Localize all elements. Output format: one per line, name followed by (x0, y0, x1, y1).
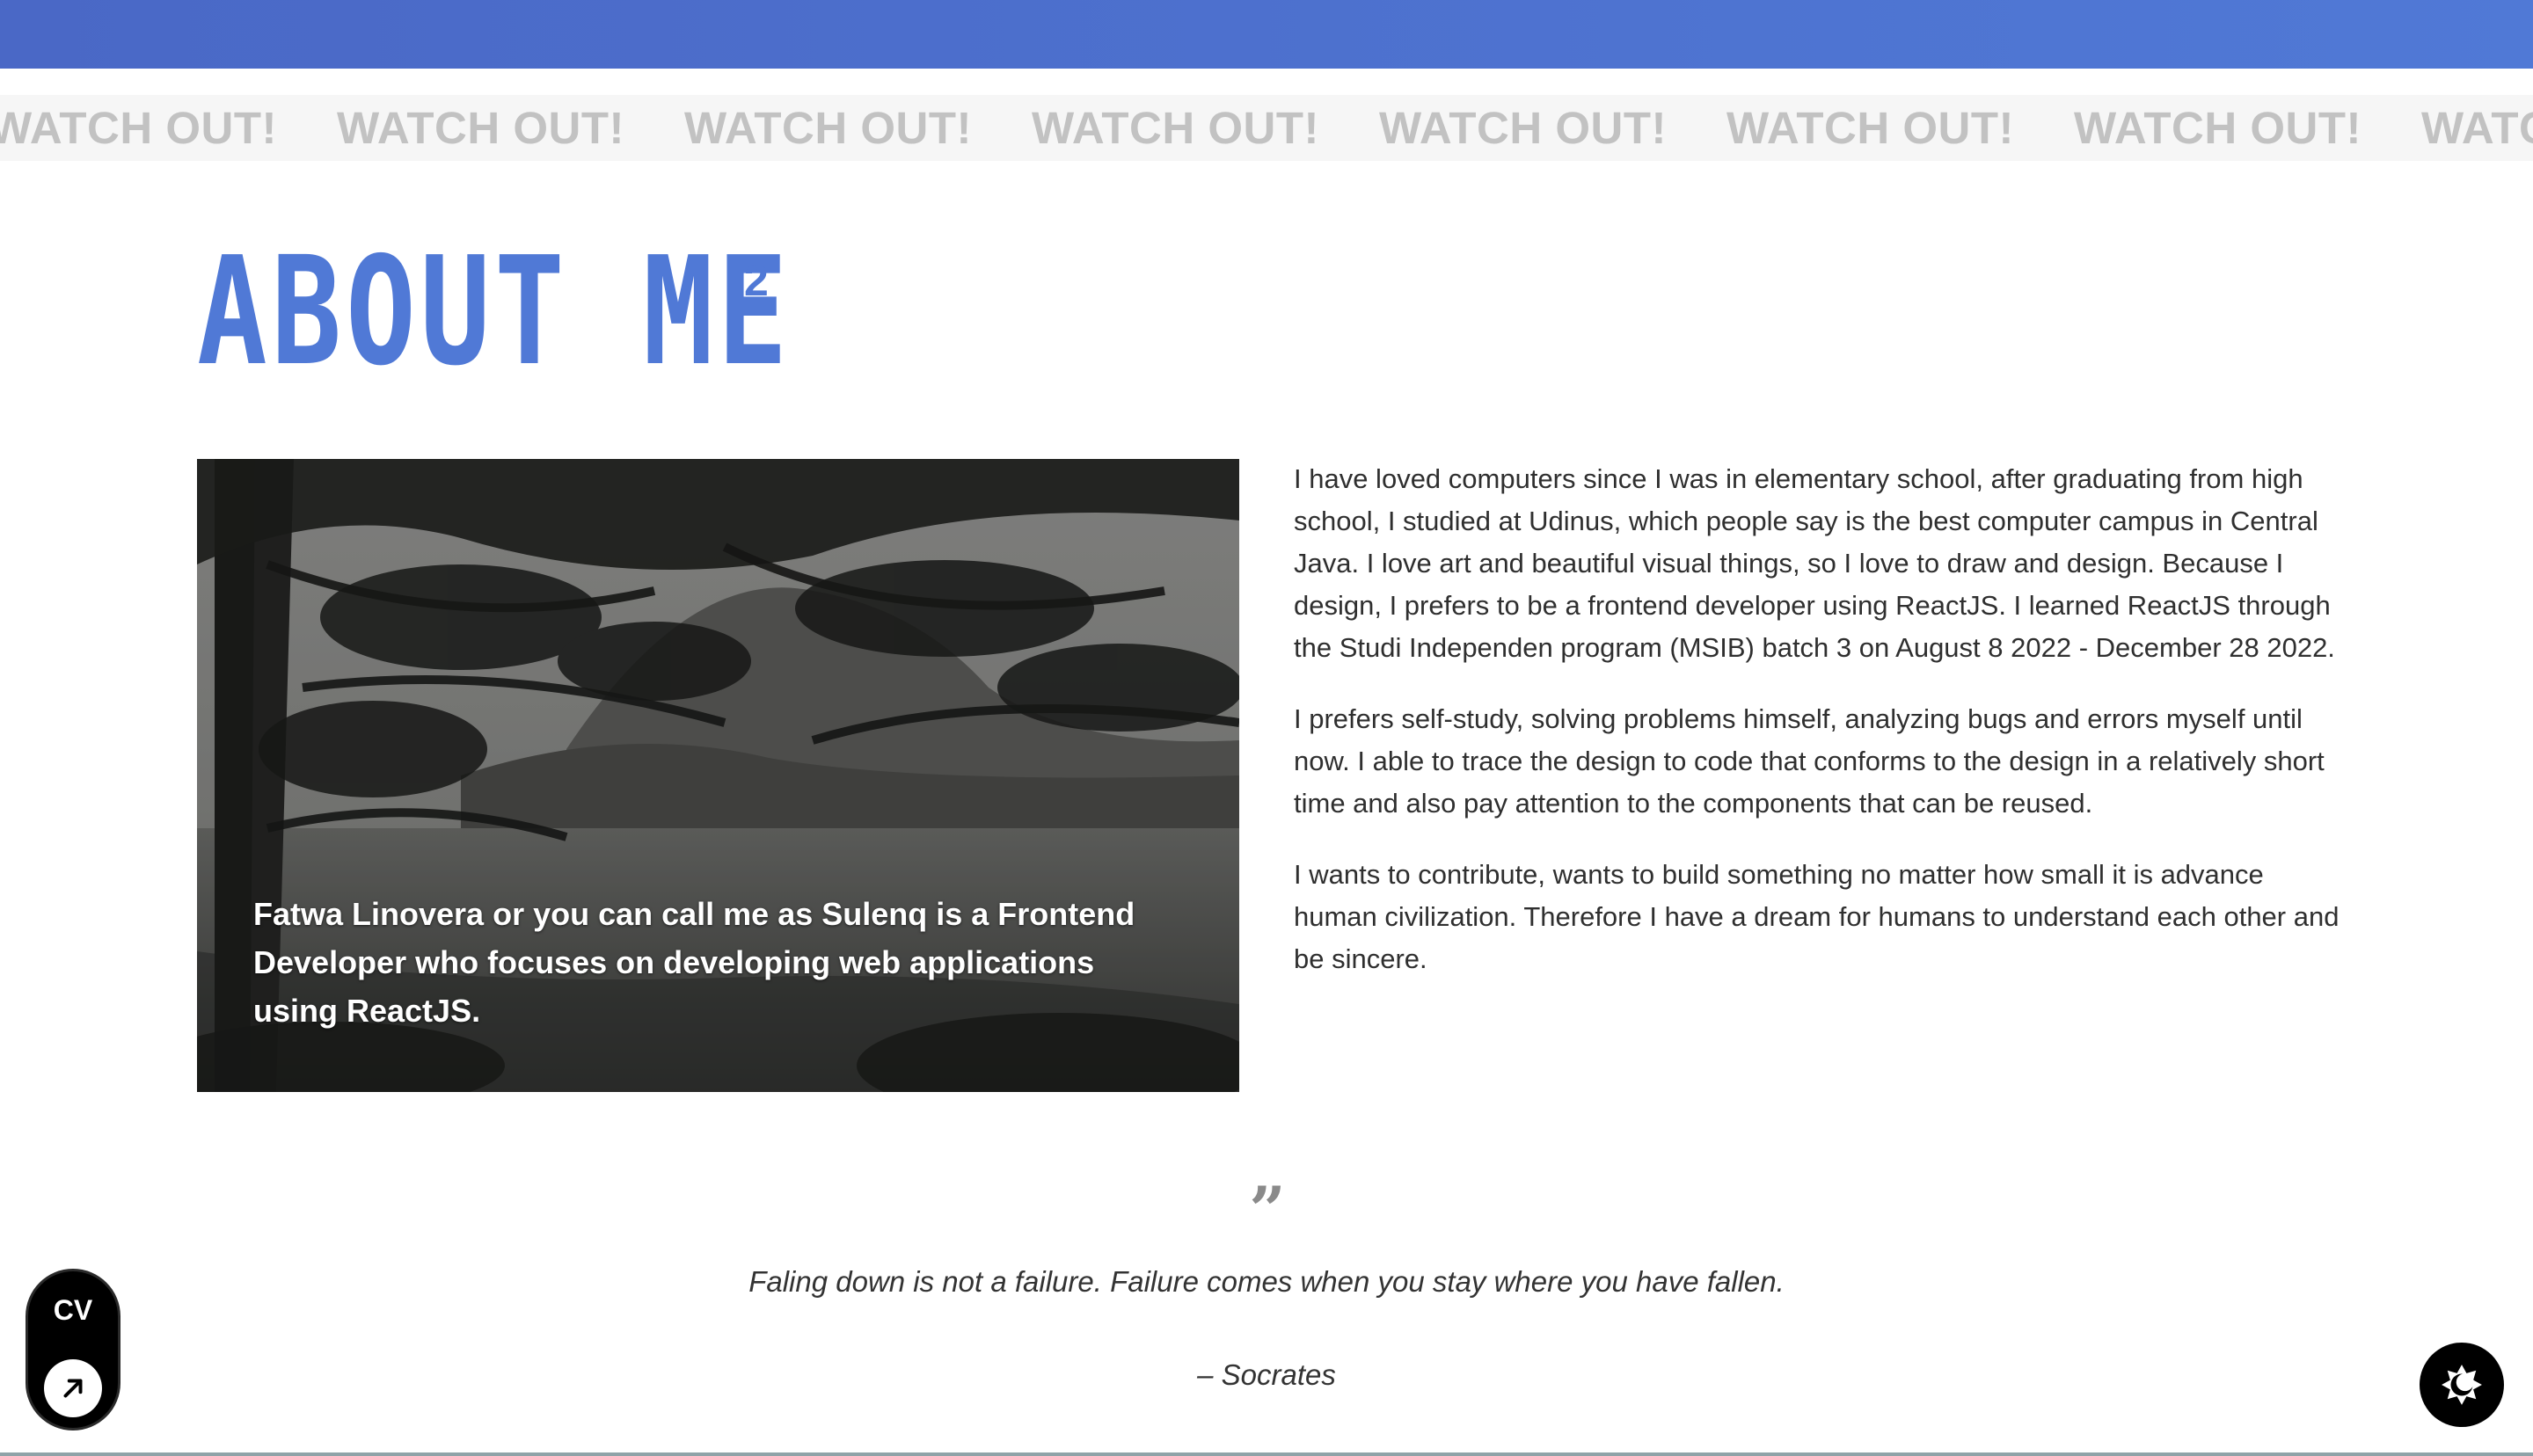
bottom-divider (0, 1452, 2533, 1456)
arrow-up-right-icon[interactable] (44, 1359, 102, 1417)
theme-toggle-button[interactable] (2420, 1343, 2504, 1427)
cv-button[interactable]: CV (28, 1271, 118, 1428)
profile-photo: Fatwa Linovera or you can call me as Sul… (197, 459, 1239, 1092)
quote-mark-icon: ” (1249, 1172, 1286, 1247)
bio-paragraph: I have loved computers since I was in el… (1294, 463, 2335, 663)
arrow-up-right-glyph (63, 1379, 83, 1398)
top-gradient-bar (0, 0, 2533, 69)
marquee-item: WATCH OUT! (337, 103, 624, 153)
section-number: 2 (744, 256, 769, 305)
quote-text: Faling down is not a failure. Failure co… (748, 1265, 1785, 1298)
watch-out-marquee: WATCH OUT! WATCH OUT! WATCH OUT! WATCH O… (0, 95, 2533, 161)
bio-text: I have loved computers since I was in el… (1294, 458, 2349, 1009)
section-title: ABOUT ME (197, 225, 792, 399)
marquee-item: WATCH OUT! (1379, 103, 1667, 153)
marquee-item: WATCH OUT! (1726, 103, 2014, 153)
photo-caption: Fatwa Linovera or you can call me as Sul… (253, 896, 1135, 1029)
quote-author: – Socrates (1197, 1358, 1336, 1391)
marquee-item: WATCH OUT! (2074, 103, 2361, 153)
marquee-item: WATCH OUT! (0, 103, 277, 153)
marquee-item: WATCH OUT! (684, 103, 972, 153)
sun-moon-icon (2442, 1365, 2482, 1405)
cv-label: CV (53, 1294, 93, 1326)
marquee-track: WATCH OUT! WATCH OUT! WATCH OUT! WATCH O… (0, 95, 2533, 161)
marquee-item: WATCH OUT! (1032, 103, 1319, 153)
marquee-item: WATCH OUT! (2421, 103, 2533, 153)
bio-paragraph: I prefers self-study, solving problems h… (1294, 703, 2325, 819)
bio-paragraph: I wants to contribute, wants to build so… (1294, 859, 2340, 974)
